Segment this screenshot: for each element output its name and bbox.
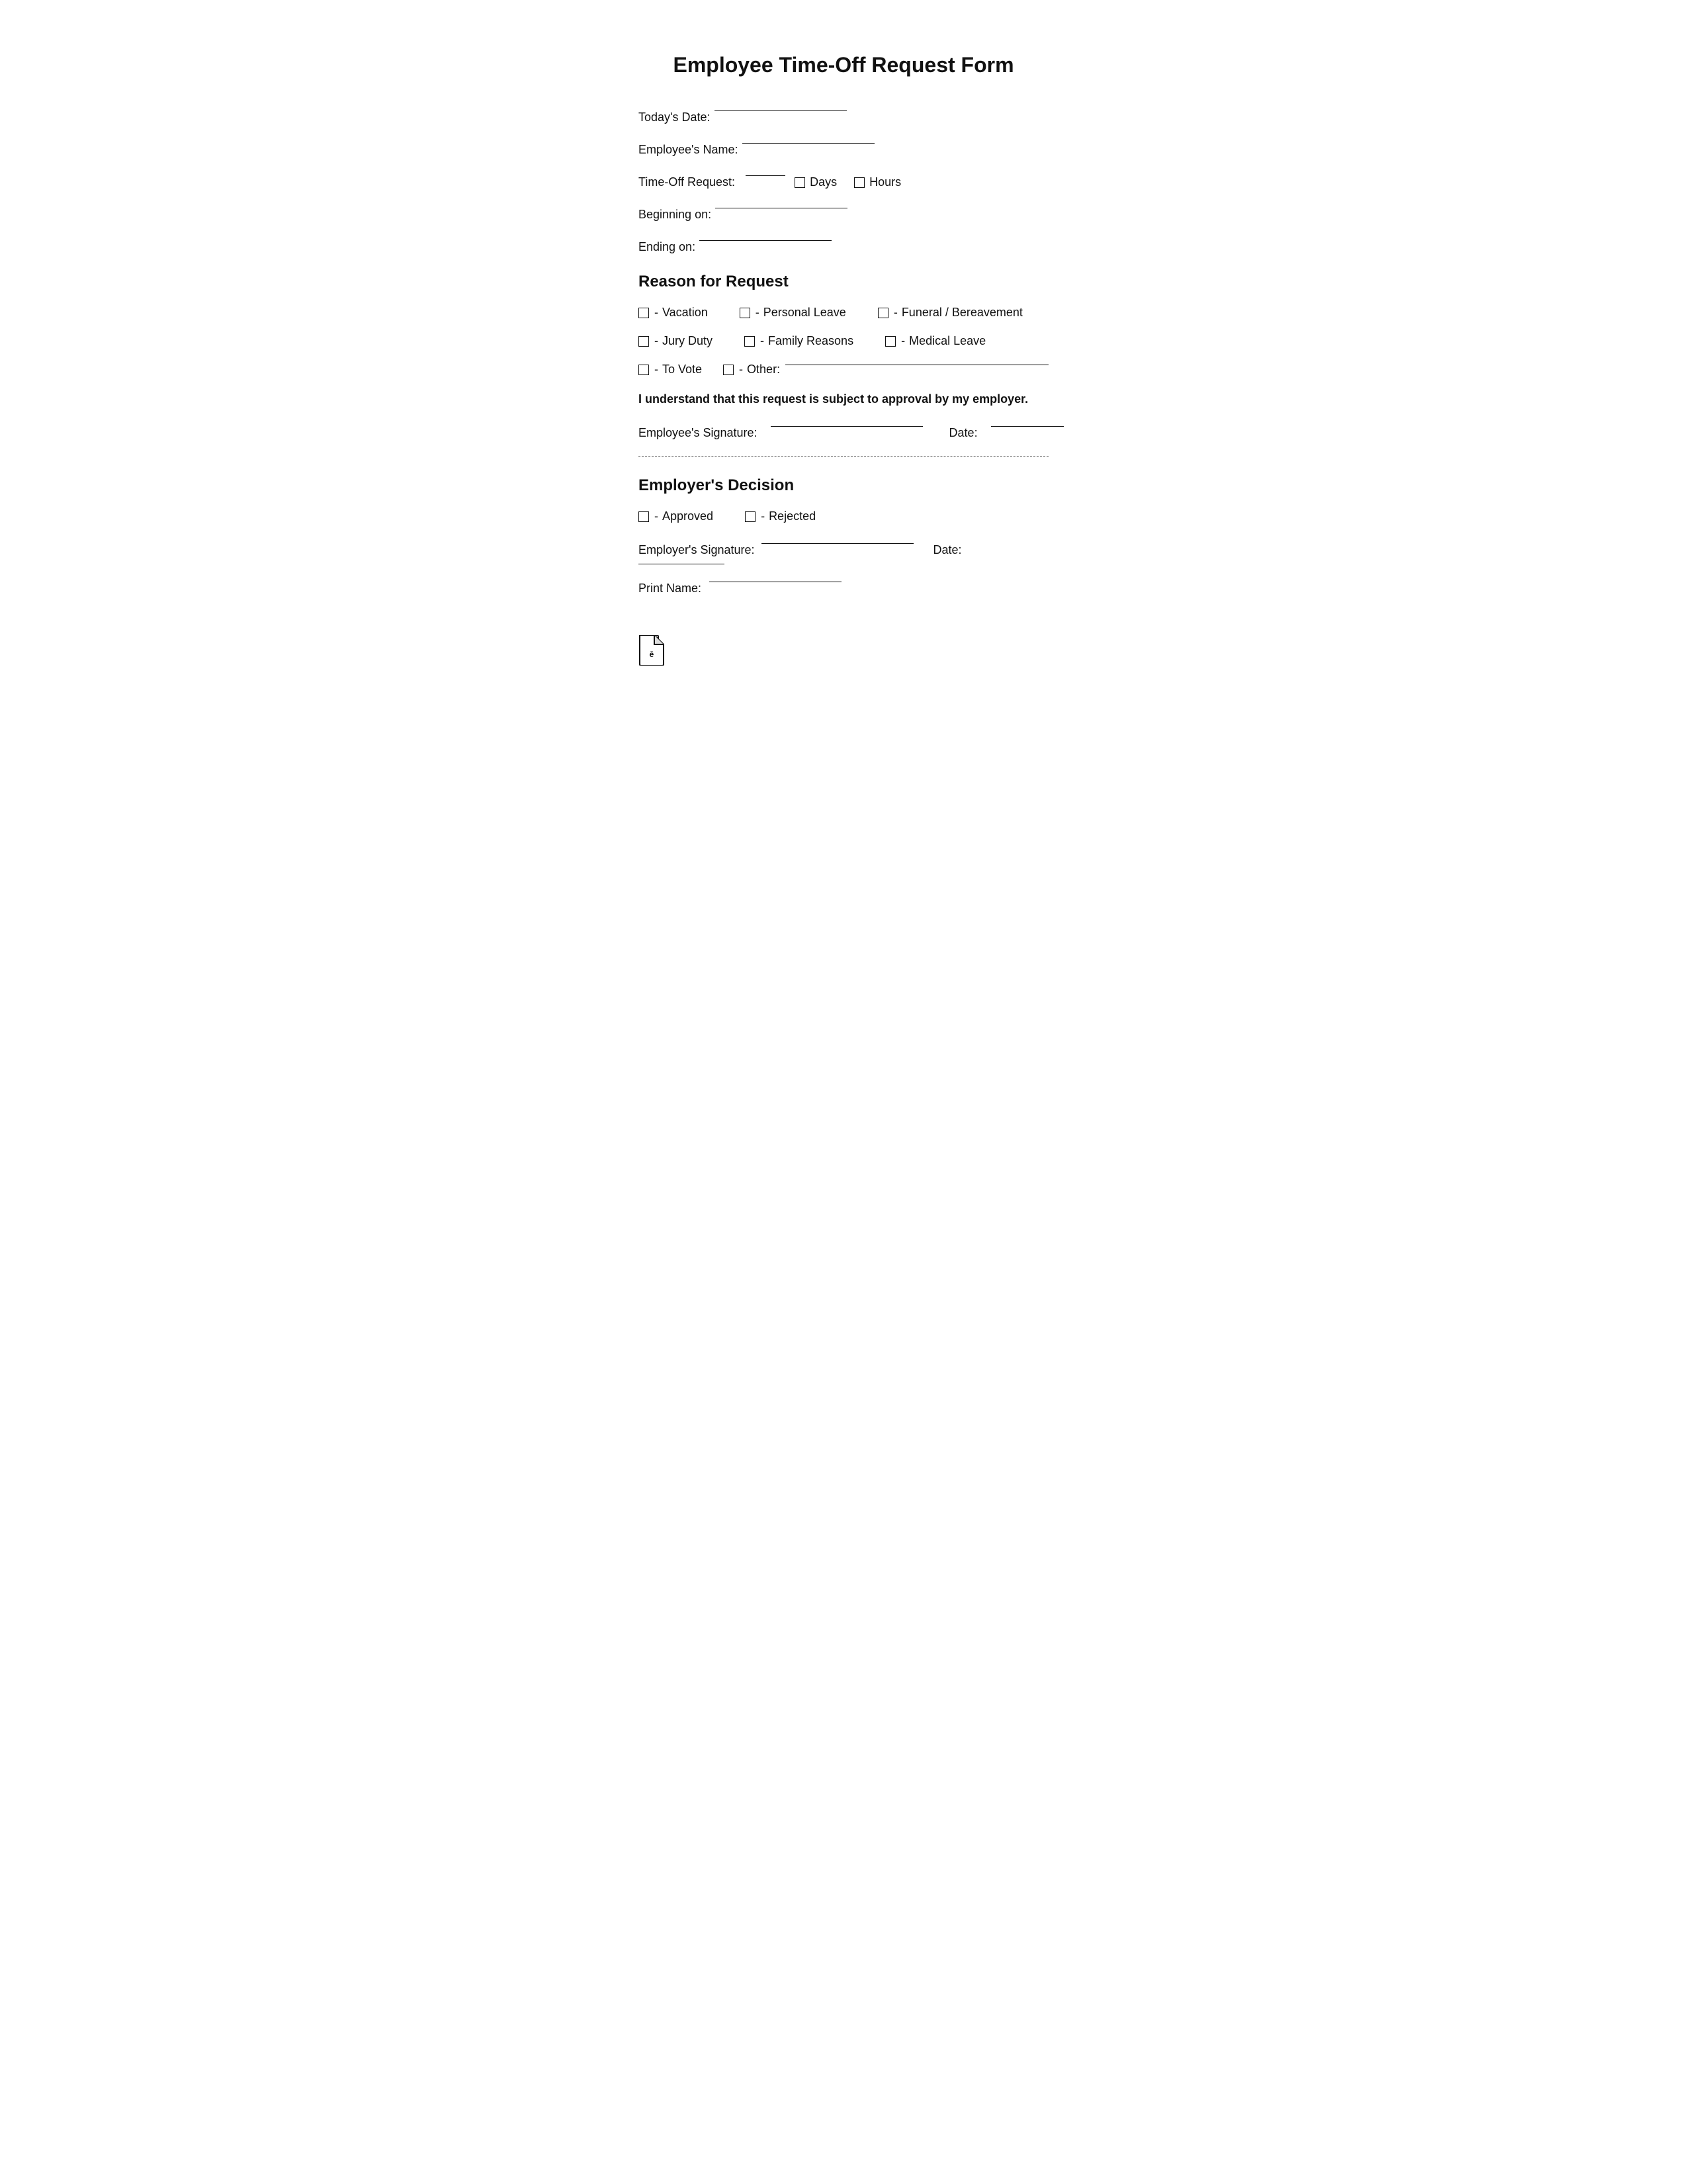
funeral-dash: - <box>894 306 898 320</box>
ending-on-underline[interactable] <box>699 240 832 241</box>
approved-rejected-row: - Approved - Rejected <box>638 509 1049 523</box>
jury-duty-checkbox-item[interactable]: - Jury Duty <box>638 334 713 348</box>
reason-row-1: - Vacation - Personal Leave - Funeral / … <box>638 306 1049 320</box>
svg-text:ē: ē <box>650 650 654 659</box>
todays-date-row: Today's Date: <box>638 110 1049 124</box>
personal-leave-checkbox-item[interactable]: - Personal Leave <box>740 306 846 320</box>
reason-section-title: Reason for Request <box>638 273 1049 291</box>
employee-signature-row: Employee's Signature: Date: <box>638 426 1049 440</box>
ending-on-label: Ending on: <box>638 240 695 254</box>
medical-leave-dash: - <box>901 334 905 348</box>
hours-checkbox-box[interactable] <box>854 177 865 188</box>
reason-row-3: - To Vote - Other: <box>638 363 1049 376</box>
to-vote-label: To Vote <box>662 363 702 376</box>
timeoff-request-row: Time-Off Request: Days Hours <box>638 175 1049 189</box>
employees-name-underline[interactable] <box>742 143 875 144</box>
vacation-checkbox-item[interactable]: - Vacation <box>638 306 708 320</box>
employee-sig-underline[interactable] <box>771 426 923 427</box>
family-reasons-checkbox-item[interactable]: - Family Reasons <box>744 334 853 348</box>
medical-leave-checkbox-item[interactable]: - Medical Leave <box>885 334 986 348</box>
employer-decision-title: Employer's Decision <box>638 476 1049 495</box>
days-checkbox-box[interactable] <box>795 177 805 188</box>
family-reasons-dash: - <box>760 334 764 348</box>
reason-row-2: - Jury Duty - Family Reasons - Medical L… <box>638 334 1049 348</box>
personal-leave-dash: - <box>756 306 759 320</box>
rejected-checkbox-box[interactable] <box>745 511 756 522</box>
days-hours-group: Days Hours <box>795 175 901 189</box>
print-name-row: Print Name: <box>638 582 1049 595</box>
family-reasons-checkbox-box[interactable] <box>744 336 755 347</box>
employer-sig-underline[interactable] <box>761 543 914 544</box>
approved-checkbox-item[interactable]: - Approved <box>638 509 713 523</box>
other-dash: - <box>739 363 743 376</box>
ending-on-row: Ending on: <box>638 240 1049 254</box>
employees-name-row: Employee's Name: <box>638 143 1049 157</box>
todays-date-label: Today's Date: <box>638 110 711 124</box>
approved-checkbox-box[interactable] <box>638 511 649 522</box>
days-checkbox[interactable]: Days <box>795 175 837 189</box>
employee-sig-date-underline[interactable] <box>991 426 1064 427</box>
funeral-checkbox-item[interactable]: - Funeral / Bereavement <box>878 306 1023 320</box>
hours-checkbox[interactable]: Hours <box>854 175 901 189</box>
todays-date-underline[interactable] <box>714 110 847 111</box>
notice-text: I understand that this request is subjec… <box>638 392 1049 406</box>
to-vote-checkbox-item[interactable]: - To Vote <box>638 363 702 376</box>
footer: ē <box>638 635 1049 666</box>
other-label: Other: <box>747 363 780 376</box>
dashed-divider <box>638 456 1049 457</box>
approved-dash: - <box>654 509 658 523</box>
vacation-checkbox-box[interactable] <box>638 308 649 318</box>
medical-leave-checkbox-box[interactable] <box>885 336 896 347</box>
employer-sig-label: Employer's Signature: <box>638 543 755 557</box>
beginning-on-row: Beginning on: <box>638 208 1049 222</box>
print-name-label: Print Name: <box>638 582 701 595</box>
jury-duty-checkbox-box[interactable] <box>638 336 649 347</box>
vacation-dash: - <box>654 306 658 320</box>
document-icon: ē <box>638 635 665 666</box>
employees-name-label: Employee's Name: <box>638 143 738 157</box>
rejected-dash: - <box>761 509 765 523</box>
page-title: Employee Time-Off Request Form <box>638 53 1049 77</box>
employer-sig-date-label: Date: <box>933 543 962 557</box>
employee-sig-date-label: Date: <box>949 426 978 440</box>
to-vote-checkbox-box[interactable] <box>638 365 649 375</box>
beginning-on-label: Beginning on: <box>638 208 711 222</box>
rejected-label: Rejected <box>769 509 816 523</box>
form-page: Employee Time-Off Request Form Today's D… <box>585 13 1102 705</box>
other-checkbox-item[interactable]: - Other: <box>723 363 780 376</box>
days-label: Days <box>810 175 837 189</box>
funeral-label: Funeral / Bereavement <box>902 306 1023 320</box>
personal-leave-checkbox-box[interactable] <box>740 308 750 318</box>
employer-signature-row: Employer's Signature: Date: <box>638 543 1049 566</box>
rejected-checkbox-item[interactable]: - Rejected <box>745 509 816 523</box>
funeral-checkbox-box[interactable] <box>878 308 888 318</box>
hours-label: Hours <box>869 175 901 189</box>
jury-duty-label: Jury Duty <box>662 334 713 348</box>
timeoff-label: Time-Off Request: <box>638 175 735 189</box>
timeoff-amount-underline[interactable] <box>746 175 785 176</box>
employee-sig-label: Employee's Signature: <box>638 426 757 440</box>
medical-leave-label: Medical Leave <box>909 334 986 348</box>
personal-leave-label: Personal Leave <box>763 306 846 320</box>
to-vote-dash: - <box>654 363 658 376</box>
vacation-label: Vacation <box>662 306 708 320</box>
approved-label: Approved <box>662 509 713 523</box>
family-reasons-label: Family Reasons <box>768 334 853 348</box>
jury-duty-dash: - <box>654 334 658 348</box>
other-checkbox-box[interactable] <box>723 365 734 375</box>
